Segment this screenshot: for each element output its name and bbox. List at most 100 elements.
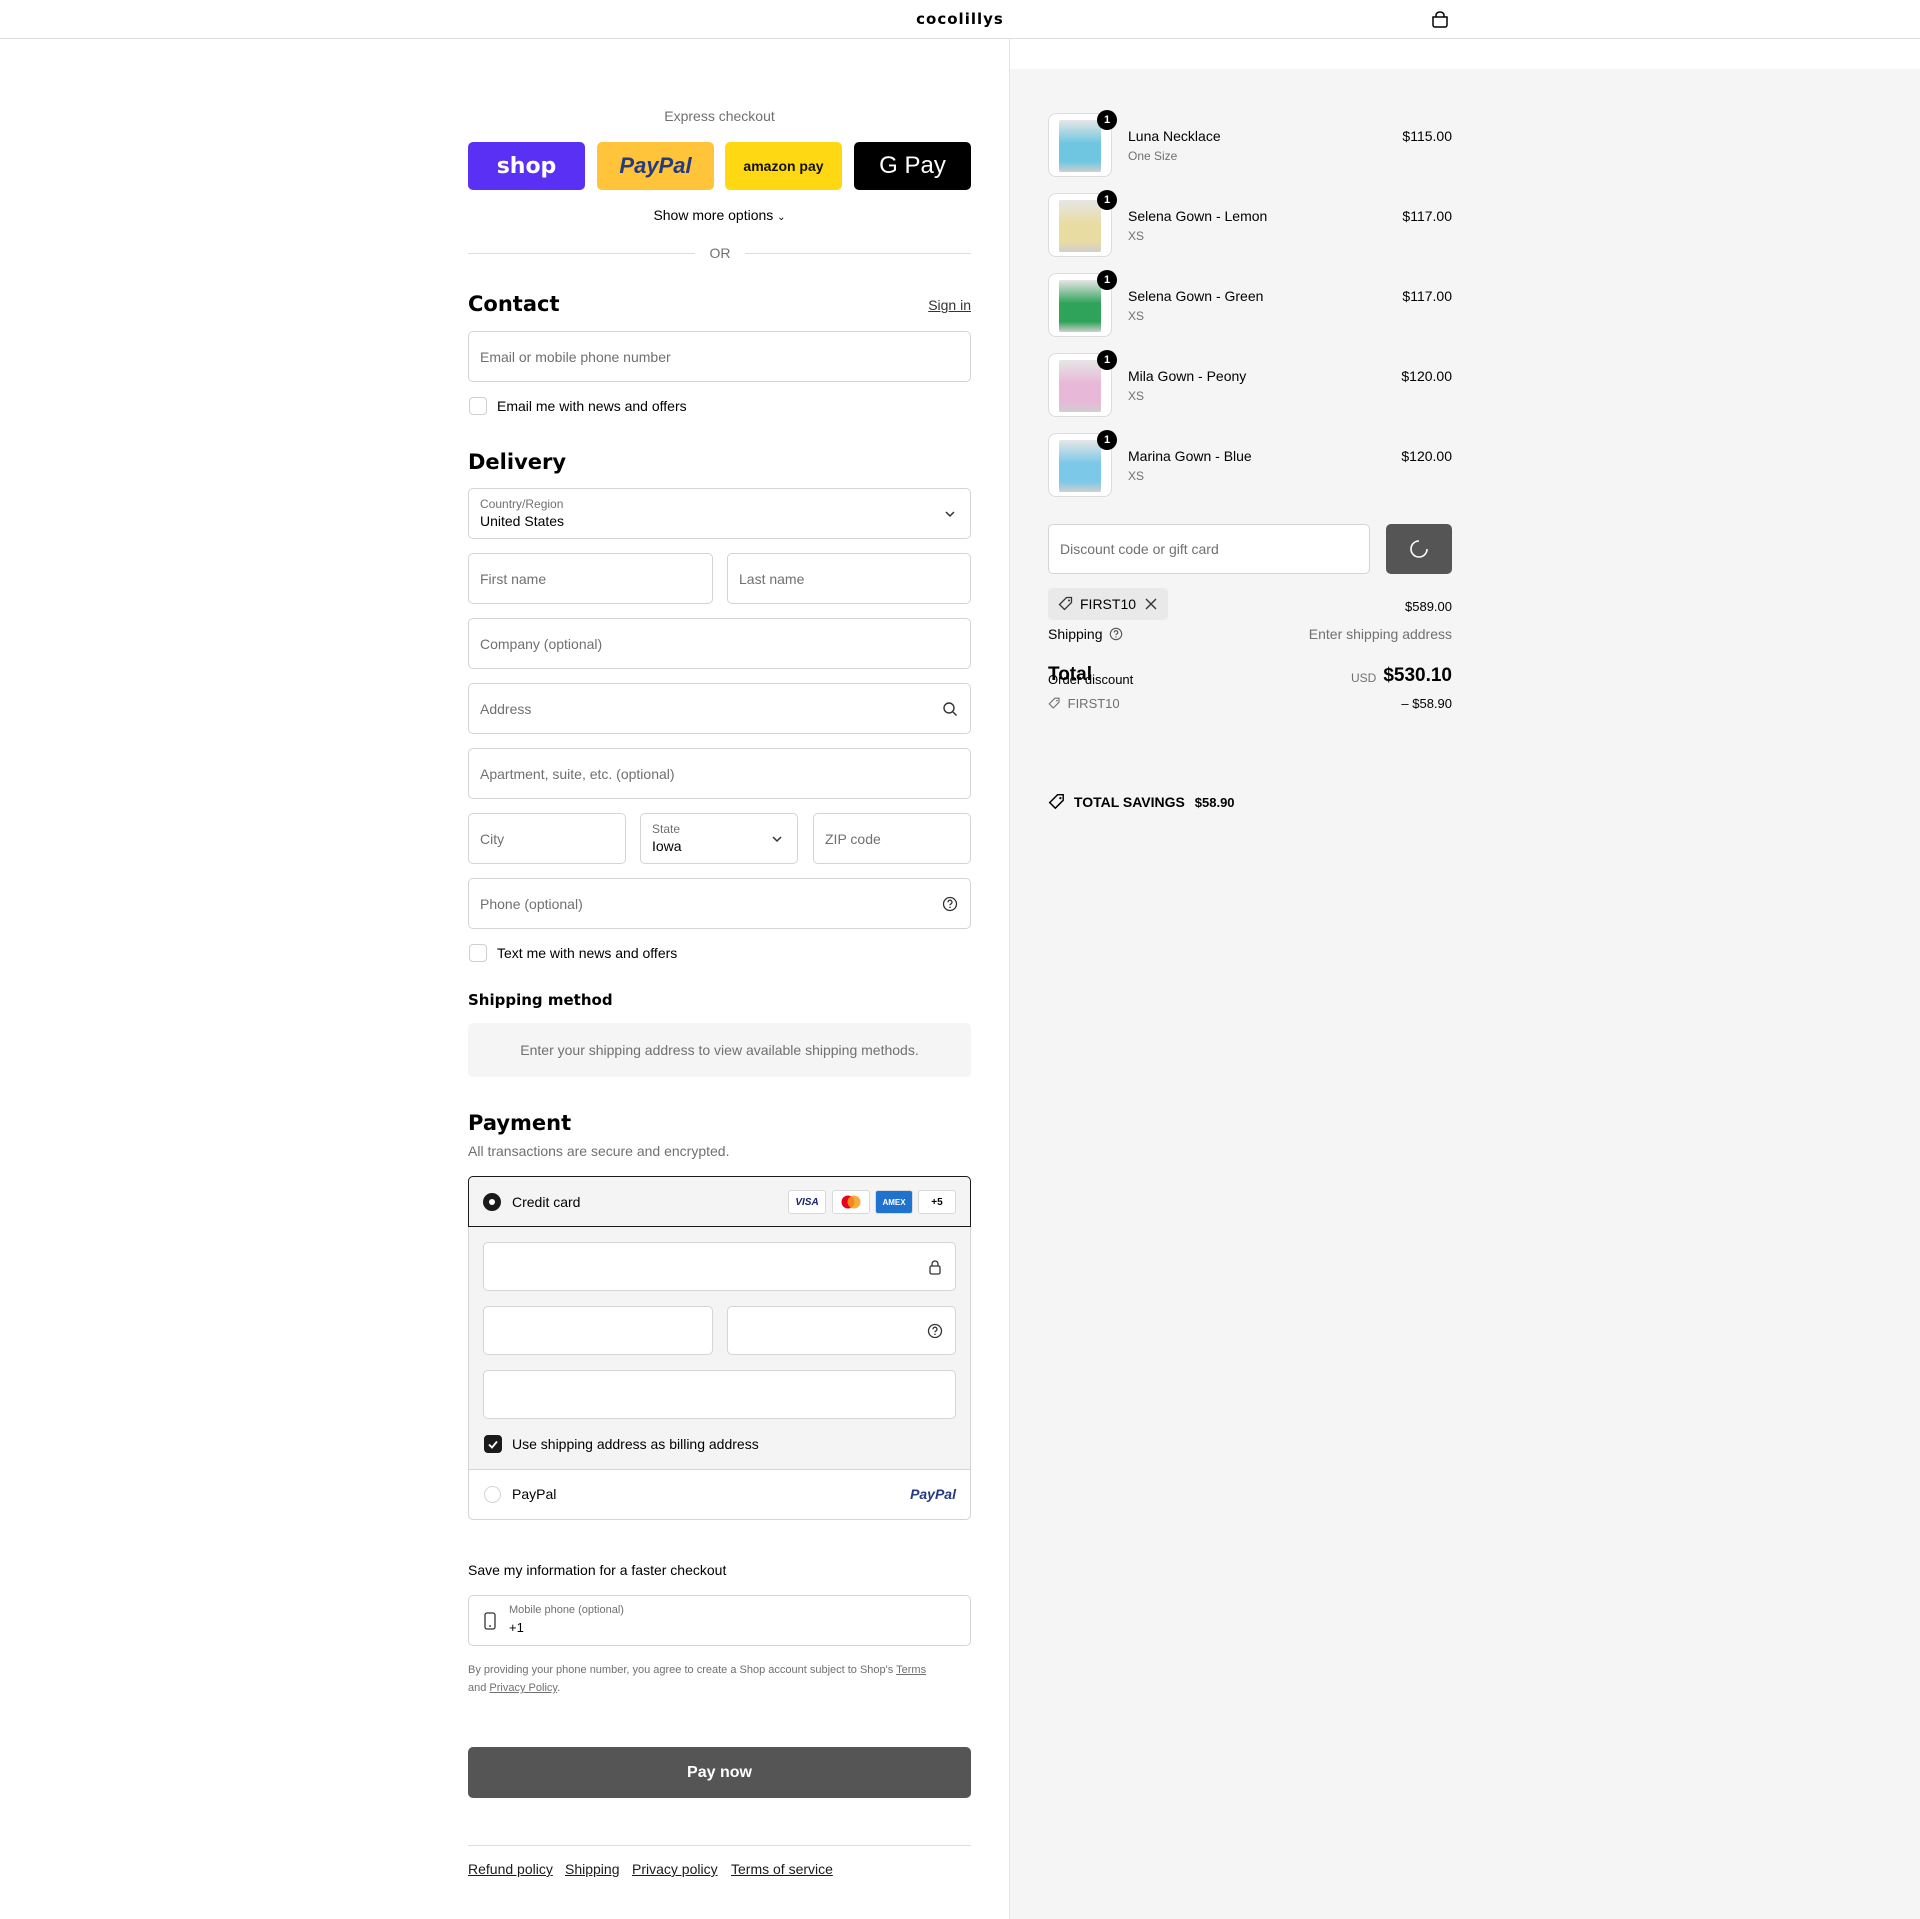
email-news-checkbox[interactable] bbox=[469, 397, 487, 415]
mobile-phone-label: Mobile phone (optional) bbox=[509, 1604, 624, 1616]
discount-code-field[interactable]: Discount code or gift card bbox=[1048, 524, 1370, 574]
email-field[interactable]: Email or mobile phone number bbox=[468, 331, 971, 382]
amex-icon: AMEX bbox=[875, 1190, 913, 1214]
product-image bbox=[1059, 360, 1101, 412]
country-label: Country/Region bbox=[480, 497, 564, 511]
help-circle-icon[interactable] bbox=[1109, 627, 1123, 641]
state-value: Iowa bbox=[652, 838, 682, 854]
quantity-badge: 1 bbox=[1097, 430, 1117, 450]
express-checkout-title: Express checkout bbox=[664, 108, 775, 124]
shipping-method-title: Shipping method bbox=[468, 991, 613, 1009]
help-circle-icon[interactable] bbox=[927, 1323, 943, 1339]
header: cocolillys bbox=[0, 0, 1920, 39]
mobile-phone-field[interactable]: Mobile phone (optional) +1 bbox=[468, 1595, 971, 1646]
shop-pay-button[interactable]: shop bbox=[468, 142, 585, 190]
sign-in-link[interactable]: Sign in bbox=[900, 297, 971, 313]
first-name-placeholder: First name bbox=[480, 570, 547, 587]
product-name: Mila Gown - Peony bbox=[1128, 368, 1247, 384]
brand-logo[interactable]: cocolillys bbox=[0, 10, 1920, 28]
or-divider-right bbox=[745, 253, 971, 254]
product-image bbox=[1059, 280, 1101, 332]
more-cards-label: +5 bbox=[931, 1196, 943, 1208]
last-name-placeholder: Last name bbox=[739, 570, 805, 587]
apartment-placeholder: Apartment, suite, etc. (optional) bbox=[480, 765, 675, 782]
state-label: State bbox=[652, 822, 681, 836]
phone-icon bbox=[484, 1612, 496, 1630]
order-summary-panel bbox=[1009, 69, 1920, 1919]
applied-code-label: FIRST10 bbox=[1080, 596, 1137, 612]
google-pay-label: G Pay bbox=[879, 152, 946, 179]
credit-card-radio[interactable] bbox=[483, 1193, 501, 1211]
terms-of-service-link[interactable]: Terms of service bbox=[731, 1861, 833, 1877]
show-more-options[interactable]: Show more options ⌄ bbox=[468, 207, 971, 223]
product-variant: XS bbox=[1128, 389, 1145, 403]
help-circle-icon[interactable] bbox=[942, 896, 958, 912]
zip-field[interactable]: ZIP code bbox=[813, 813, 971, 864]
billing-address-label: Use shipping address as billing address bbox=[512, 1436, 759, 1452]
amex-label: AMEX bbox=[882, 1197, 906, 1207]
company-field[interactable]: Company (optional) bbox=[468, 618, 971, 669]
close-icon[interactable] bbox=[1144, 597, 1158, 611]
state-select[interactable]: State Iowa bbox=[640, 813, 798, 864]
loading-spinner-icon bbox=[1410, 540, 1428, 558]
panel-divider bbox=[1009, 39, 1010, 69]
chevron-down-icon bbox=[772, 835, 782, 842]
paypal-button[interactable]: PayPal bbox=[597, 142, 714, 190]
legal-period: . bbox=[557, 1682, 561, 1694]
or-divider-left bbox=[468, 253, 695, 254]
apartment-field[interactable]: Apartment, suite, etc. (optional) bbox=[468, 748, 971, 799]
amazon-pay-button[interactable]: amazon pay bbox=[725, 142, 842, 190]
address-placeholder: Address bbox=[480, 700, 532, 717]
paypal-label: PayPal bbox=[619, 153, 692, 178]
company-placeholder: Company (optional) bbox=[480, 635, 603, 652]
city-field[interactable]: City bbox=[468, 813, 626, 864]
discount-code-row: FIRST10 bbox=[1048, 696, 1120, 711]
country-select[interactable]: Country/Region United States bbox=[468, 488, 971, 539]
product-name: Selena Gown - Lemon bbox=[1128, 208, 1268, 224]
shipping-value: Enter shipping address bbox=[1308, 626, 1452, 642]
order-discount-label: Order discount bbox=[1048, 672, 1134, 687]
contact-title: Contact bbox=[468, 292, 560, 316]
bag-icon[interactable] bbox=[1430, 10, 1450, 28]
product-name: Luna Necklace bbox=[1128, 128, 1221, 144]
product-image bbox=[1059, 200, 1101, 252]
footer-divider bbox=[468, 1845, 971, 1846]
text-news-checkbox[interactable] bbox=[469, 944, 487, 962]
paypal-logo: PayPal bbox=[910, 1486, 956, 1502]
mastercard-circles bbox=[841, 1195, 861, 1209]
google-pay-button[interactable]: G Pay bbox=[854, 142, 971, 190]
pay-now-button[interactable]: Pay now bbox=[468, 1747, 971, 1798]
credit-card-label: Credit card bbox=[512, 1194, 581, 1210]
billing-address-checkbox[interactable] bbox=[484, 1435, 502, 1453]
first-name-field[interactable]: First name bbox=[468, 553, 713, 604]
apply-discount-button[interactable] bbox=[1386, 524, 1452, 574]
card-cvv-field[interactable] bbox=[727, 1306, 956, 1355]
terms-link[interactable]: Terms bbox=[896, 1664, 926, 1676]
product-price: $117.00 bbox=[1402, 208, 1452, 224]
total-value: $530.10 bbox=[1383, 665, 1452, 686]
refund-policy-link[interactable]: Refund policy bbox=[468, 1861, 553, 1877]
payment-subtitle: All transactions are secure and encrypte… bbox=[468, 1143, 730, 1159]
tag-icon bbox=[1048, 793, 1064, 810]
last-name-field[interactable]: Last name bbox=[727, 553, 971, 604]
address-field[interactable]: Address bbox=[468, 683, 971, 734]
card-name-field[interactable] bbox=[483, 1370, 956, 1419]
product-variant: XS bbox=[1128, 469, 1145, 483]
more-cards-badge: +5 bbox=[918, 1190, 956, 1214]
visa-label: VISA bbox=[795, 1196, 819, 1208]
product-price: $120.00 bbox=[1401, 368, 1452, 384]
product-name: Selena Gown - Green bbox=[1128, 288, 1264, 304]
card-number-field[interactable] bbox=[483, 1242, 956, 1291]
privacy-policy-link[interactable]: Privacy Policy bbox=[489, 1682, 557, 1694]
chevron-down-icon bbox=[945, 510, 955, 517]
radio-dot bbox=[489, 1199, 495, 1205]
shipping-policy-link[interactable]: Shipping bbox=[565, 1861, 620, 1877]
quantity-badge: 1 bbox=[1097, 110, 1117, 130]
paypal-radio[interactable] bbox=[484, 1486, 501, 1503]
discount-code-label: FIRST10 bbox=[1067, 696, 1120, 711]
discount-value: – $58.90 bbox=[1401, 696, 1452, 711]
privacy-policy-footer-link[interactable]: Privacy policy bbox=[632, 1861, 718, 1877]
card-expiry-field[interactable] bbox=[483, 1306, 713, 1355]
phone-field[interactable]: Phone (optional) bbox=[468, 878, 971, 929]
checkmark-icon bbox=[488, 1440, 498, 1449]
